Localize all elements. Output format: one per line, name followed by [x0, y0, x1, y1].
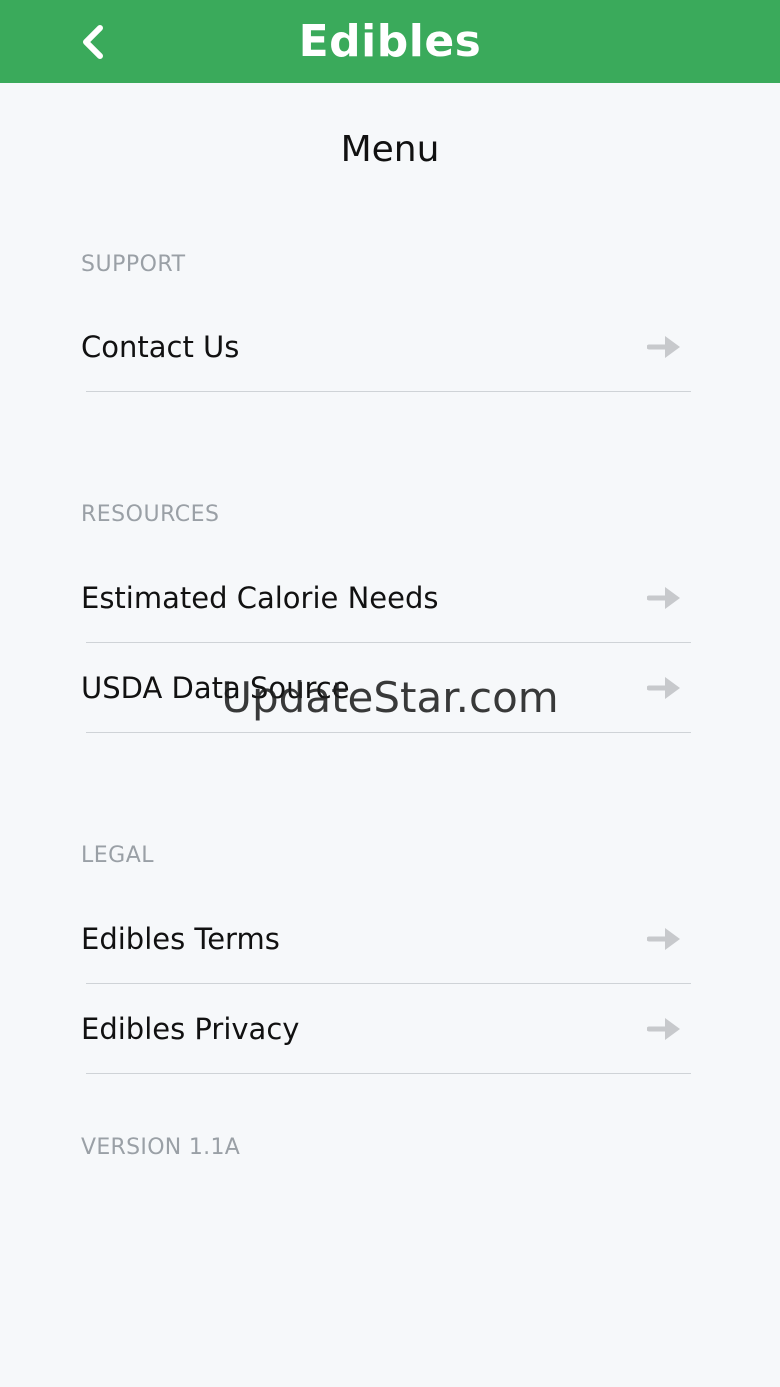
menu-item-label: Estimated Calorie Needs	[81, 581, 439, 615]
menu-item-edibles-privacy[interactable]: Edibles Privacy	[81, 984, 691, 1074]
menu-item-contact-us[interactable]: Contact Us	[81, 302, 691, 392]
section-header-legal: LEGAL	[81, 843, 155, 868]
menu-item-edibles-terms[interactable]: Edibles Terms	[81, 894, 691, 984]
section-header-resources: RESOURCES	[81, 502, 220, 527]
menu-item-label: Edibles Terms	[81, 922, 280, 956]
menu-item-label: Contact Us	[81, 330, 240, 364]
menu-item-estimated-calorie-needs[interactable]: Estimated Calorie Needs	[81, 553, 691, 643]
row-divider	[86, 1073, 691, 1074]
arrow-right-icon	[647, 336, 680, 358]
row-divider	[86, 391, 691, 392]
app-header-bar: Edibles	[0, 0, 780, 83]
row-divider	[86, 732, 691, 733]
menu-item-label: USDA Data Source	[81, 671, 350, 705]
page-title: Menu	[340, 129, 440, 170]
arrow-right-icon	[647, 677, 680, 699]
menu-item-usda-data-source[interactable]: USDA Data Source	[81, 643, 691, 733]
version-label: VERSION 1.1A	[81, 1135, 241, 1160]
app-title: Edibles	[298, 16, 482, 67]
arrow-right-icon	[647, 928, 680, 950]
arrow-right-icon	[647, 1018, 680, 1040]
menu-item-label: Edibles Privacy	[81, 1012, 300, 1046]
arrow-right-icon	[647, 587, 680, 609]
section-header-support: SUPPORT	[81, 252, 186, 277]
